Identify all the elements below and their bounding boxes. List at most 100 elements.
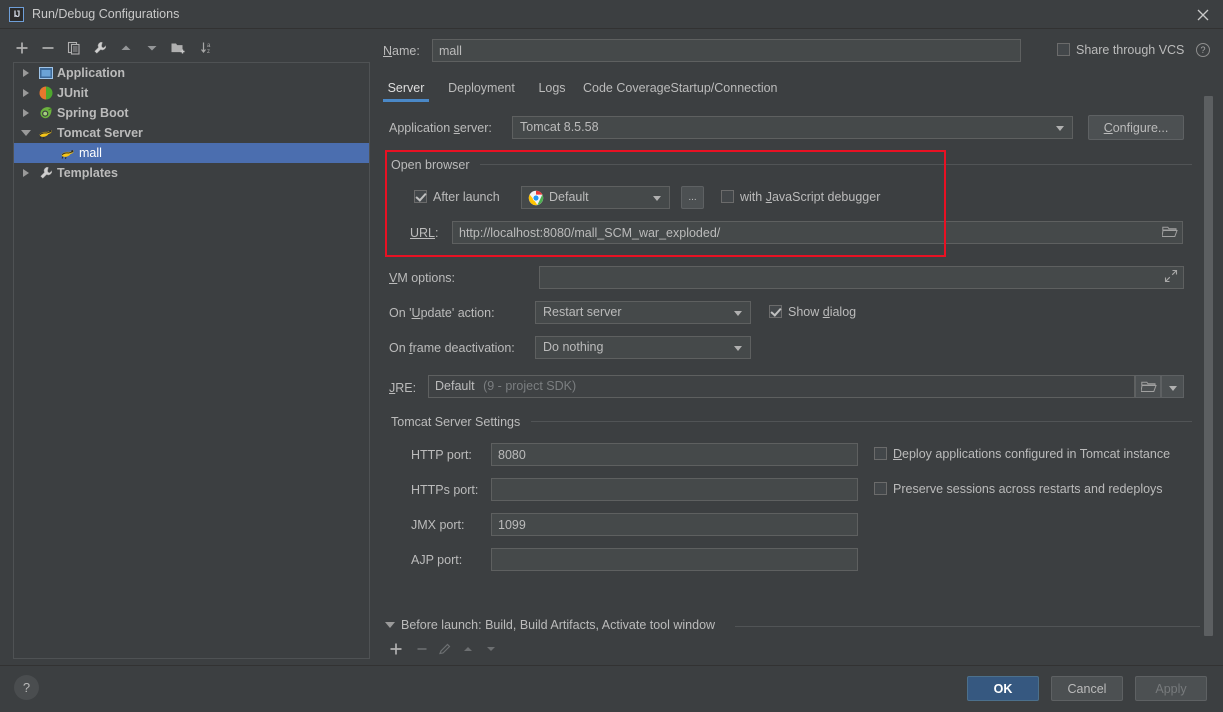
- jre-label: JRE:: [389, 381, 417, 395]
- close-icon[interactable]: [1191, 4, 1215, 26]
- after-launch-checkbox-box[interactable]: [414, 190, 427, 203]
- on-update-action-combo[interactable]: Restart server: [535, 301, 751, 324]
- edit-templates-button[interactable]: [88, 36, 112, 60]
- folder-open-icon[interactable]: [1161, 225, 1178, 242]
- new-folder-button[interactable]: [166, 36, 190, 60]
- tree-item-application[interactable]: Application: [14, 63, 369, 83]
- tomcat-icon: [60, 145, 76, 161]
- chrome-icon: [528, 190, 544, 206]
- tree-item-junit[interactable]: JUnit: [14, 83, 369, 103]
- configure-button[interactable]: Configure...: [1088, 115, 1184, 140]
- tomcat-icon: [38, 125, 54, 141]
- application-server-label: Application server:: [389, 121, 492, 135]
- ajp-port-label: AJP port:: [411, 553, 463, 567]
- copy-configuration-button[interactable]: [62, 36, 86, 60]
- share-through-vcs-checkbox[interactable]: Share through VCS: [1057, 43, 1184, 57]
- jre-browse-button[interactable]: [1135, 375, 1161, 398]
- js-debugger-label: with JavaScript debugger: [740, 190, 881, 204]
- browser-browse-button[interactable]: ...: [681, 186, 704, 209]
- show-dialog-checkbox[interactable]: Show dialog: [769, 305, 856, 319]
- before-launch-twisty-icon[interactable]: [385, 622, 395, 628]
- spring-boot-icon: [38, 105, 54, 121]
- configuration-tabs[interactable]: Server Deployment Logs Code Coverage Startup…: [383, 78, 1203, 102]
- tree-twisty-collapsed-icon[interactable]: [18, 83, 34, 103]
- tab-logs[interactable]: Logs: [534, 78, 570, 100]
- sort-az-button[interactable]: a z: [196, 36, 220, 60]
- jre-value-hint: (9 - project SDK): [483, 379, 577, 393]
- before-launch-section[interactable]: Before launch: Build, Build Artifacts, A…: [385, 618, 1205, 636]
- tab-startup-connection[interactable]: Startup/Connection: [664, 78, 784, 100]
- expand-icon[interactable]: [1164, 269, 1178, 286]
- before-launch-edit-button: [434, 638, 456, 660]
- jmx-port-input[interactable]: [491, 513, 858, 536]
- open-browser-group-title: Open browser: [391, 158, 476, 172]
- tree-twisty-collapsed-icon[interactable]: [18, 63, 34, 83]
- chevron-down-icon: [734, 346, 742, 351]
- tab-server[interactable]: Server: [383, 78, 429, 102]
- deploy-applications-checkbox-box[interactable]: [874, 447, 887, 460]
- on-update-action-value: Restart server: [543, 305, 622, 319]
- question-mark-icon[interactable]: ?: [1196, 43, 1210, 57]
- deploy-applications-checkbox[interactable]: Deploy applications configured in Tomcat…: [874, 447, 1170, 461]
- jre-dropdown-button[interactable]: [1161, 375, 1184, 398]
- chevron-down-icon: [1169, 386, 1177, 391]
- ok-button[interactable]: OK: [967, 676, 1039, 701]
- content-scrollbar-thumb[interactable]: [1204, 96, 1213, 636]
- jmx-port-label: JMX port:: [411, 518, 465, 532]
- tree-twisty-expanded-icon[interactable]: [18, 123, 34, 143]
- remove-configuration-button[interactable]: [36, 36, 60, 60]
- vm-options-label: VM options:: [389, 271, 456, 285]
- tree-twisty-collapsed-icon[interactable]: [18, 103, 34, 123]
- tab-deployment[interactable]: Deployment: [442, 78, 521, 100]
- before-launch-label: Before launch: Build, Build Artifacts, A…: [401, 618, 716, 632]
- tree-item-spring-boot[interactable]: Spring Boot: [14, 103, 369, 123]
- name-input[interactable]: [432, 39, 1021, 62]
- jre-field[interactable]: Default (9 - project SDK): [428, 375, 1135, 398]
- http-port-input[interactable]: [491, 443, 858, 466]
- after-launch-checkbox[interactable]: After launch: [414, 190, 500, 204]
- preserve-sessions-checkbox-label: Preserve sessions across restarts and re…: [893, 482, 1163, 496]
- tree-item-label: Spring Boot: [57, 106, 129, 120]
- tomcat-settings-group-title: Tomcat Server Settings: [391, 415, 527, 429]
- preserve-sessions-checkbox[interactable]: Preserve sessions across restarts and re…: [874, 482, 1163, 496]
- tomcat-settings-group-line: [531, 421, 1192, 422]
- browser-combo[interactable]: Default: [521, 186, 670, 209]
- tree-twisty-collapsed-icon[interactable]: [18, 163, 34, 183]
- on-frame-deactivation-combo[interactable]: Do nothing: [535, 336, 751, 359]
- move-up-button[interactable]: [114, 36, 138, 60]
- move-down-button[interactable]: [140, 36, 164, 60]
- tree-item-label: Application: [57, 66, 126, 80]
- tree-item-templates[interactable]: Templates: [14, 163, 369, 183]
- preserve-sessions-checkbox-box[interactable]: [874, 482, 887, 495]
- show-dialog-checkbox-box[interactable]: [769, 305, 782, 318]
- help-button[interactable]: ?: [14, 675, 39, 700]
- tree-item-mall[interactable]: mall: [14, 143, 369, 163]
- configurations-tree[interactable]: Application JUnit Spring Boot Tomcat Server…: [13, 62, 370, 659]
- before-launch-down-button: [480, 638, 502, 660]
- url-label: URL:: [410, 226, 439, 240]
- ajp-port-input[interactable]: [491, 548, 858, 571]
- application-server-combo[interactable]: Tomcat 8.5.58: [512, 116, 1073, 139]
- cancel-button[interactable]: Cancel: [1051, 676, 1123, 701]
- ellipsis-icon: ...: [688, 192, 697, 203]
- before-launch-add-button[interactable]: [385, 638, 407, 660]
- configurations-toolbar: a z: [10, 36, 240, 62]
- tree-item-label: Templates: [57, 166, 118, 180]
- tree-item-label: JUnit: [57, 86, 89, 100]
- vm-options-input[interactable]: [539, 266, 1184, 289]
- chevron-down-icon: [653, 196, 661, 201]
- share-checkbox-box[interactable]: [1057, 43, 1070, 56]
- title-bar: IJ Run/Debug Configurations: [0, 0, 1223, 29]
- apply-button[interactable]: Apply: [1135, 676, 1207, 701]
- on-frame-deactivation-label: On frame deactivation:: [389, 341, 515, 355]
- https-port-input[interactable]: [491, 478, 858, 501]
- tree-item-label: Tomcat Server: [57, 126, 143, 140]
- tree-item-tomcat-server[interactable]: Tomcat Server: [14, 123, 369, 143]
- folder-open-icon: [1140, 380, 1157, 397]
- url-input[interactable]: [452, 221, 1183, 244]
- js-debugger-checkbox-box[interactable]: [721, 190, 734, 203]
- tab-code-coverage[interactable]: Code Coverage: [583, 78, 671, 100]
- add-configuration-button[interactable]: [10, 36, 34, 60]
- js-debugger-checkbox[interactable]: with JavaScript debugger: [721, 190, 880, 204]
- wrench-icon: [38, 165, 54, 181]
